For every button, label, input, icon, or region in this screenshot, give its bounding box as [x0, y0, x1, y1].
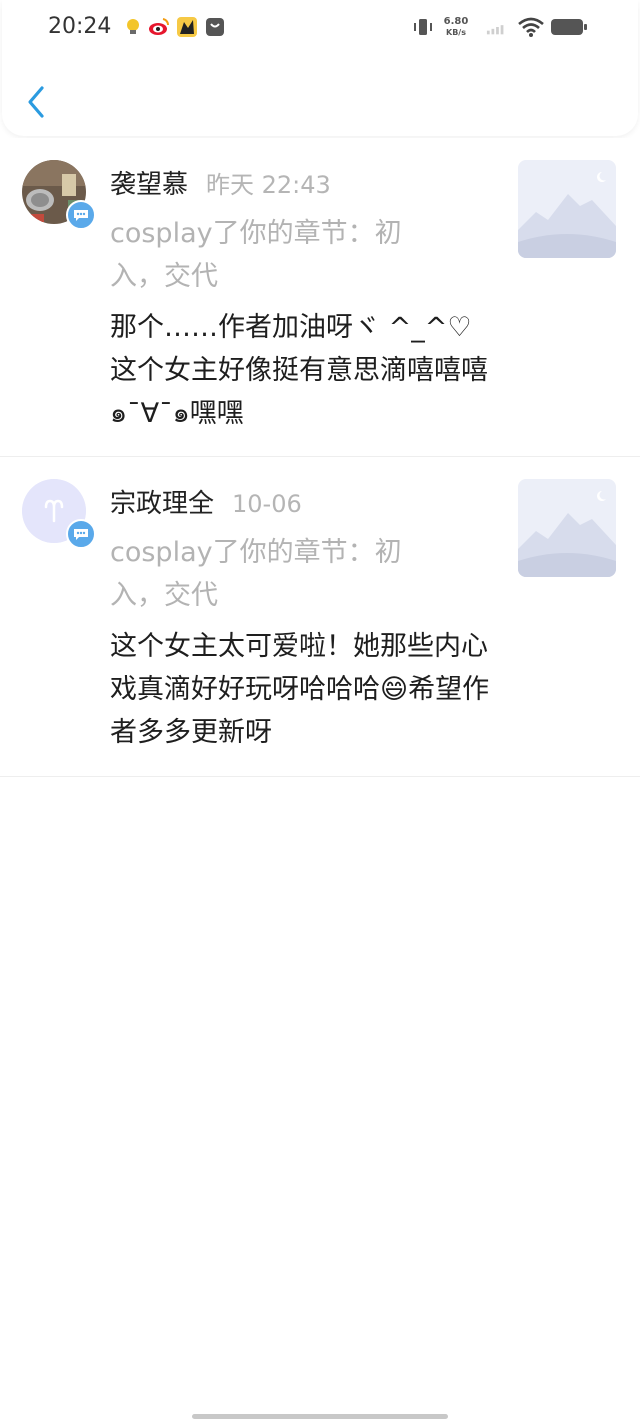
username[interactable]: 袭望慕 [110, 170, 188, 200]
notification-list: 袭望慕 昨天 22:43 cosplay了你的章节：初入，交代 那个……作者加油呀… [0, 138, 640, 777]
chapter-thumbnail[interactable] [518, 479, 616, 577]
chevron-left-icon[interactable] [22, 84, 50, 120]
list-item[interactable]: 袭望慕 昨天 22:43 cosplay了你的章节：初入，交代 那个……作者加油呀… [0, 138, 640, 457]
net-speed: 6.80 KB/s [442, 16, 470, 38]
comment-badge-icon [66, 200, 96, 230]
cosplay-action-text[interactable]: cosplay了你的章节：初入，交代 [110, 212, 450, 298]
weibo-icon [149, 18, 170, 35]
net-speed-value: 6.80 [443, 16, 469, 27]
cosplay-action-text[interactable]: cosplay了你的章节：初入，交代 [110, 531, 450, 617]
chapter-thumbnail[interactable] [518, 160, 616, 258]
username[interactable]: 宗政理全 [110, 489, 214, 519]
comment-header: 袭望慕 昨天 22:43 [110, 164, 331, 201]
comment-badge-icon [66, 519, 96, 549]
signal-icon [486, 25, 504, 35]
top-bar: 20:24 6.80 KB/s [2, 0, 638, 136]
home-indicator[interactable] [192, 1414, 448, 1419]
comment-time: 10-06 [232, 490, 302, 518]
status-bar: 20:24 6.80 KB/s [2, 0, 638, 56]
status-time: 20:24 [48, 14, 112, 39]
battery-icon [551, 19, 587, 35]
comment-content: 那个……作者加油呀ヾ ^_^♡这个女主好像挺有意思滴嘻嘻嘻๑¯∀¯๑嘿嘿 [110, 312, 488, 429]
comment-content: 这个女主太可爱啦！她那些内心戏真滴好好玩呀哈哈哈😄希望作者多多更新呀 [110, 631, 490, 748]
vibrate-icon [414, 19, 432, 35]
wifi-icon [518, 17, 544, 37]
shopping-bag-icon [206, 18, 224, 36]
net-speed-unit: KB/s [446, 28, 466, 37]
lightbulb-icon [127, 19, 139, 34]
list-item[interactable]: 宗政理全 10-06 cosplay了你的章节：初入，交代 这个女主太可爱啦！她那… [0, 457, 640, 777]
comment-header: 宗政理全 10-06 [110, 483, 302, 520]
cat-app-icon [177, 17, 197, 37]
comment-time: 昨天 22:43 [206, 171, 331, 199]
